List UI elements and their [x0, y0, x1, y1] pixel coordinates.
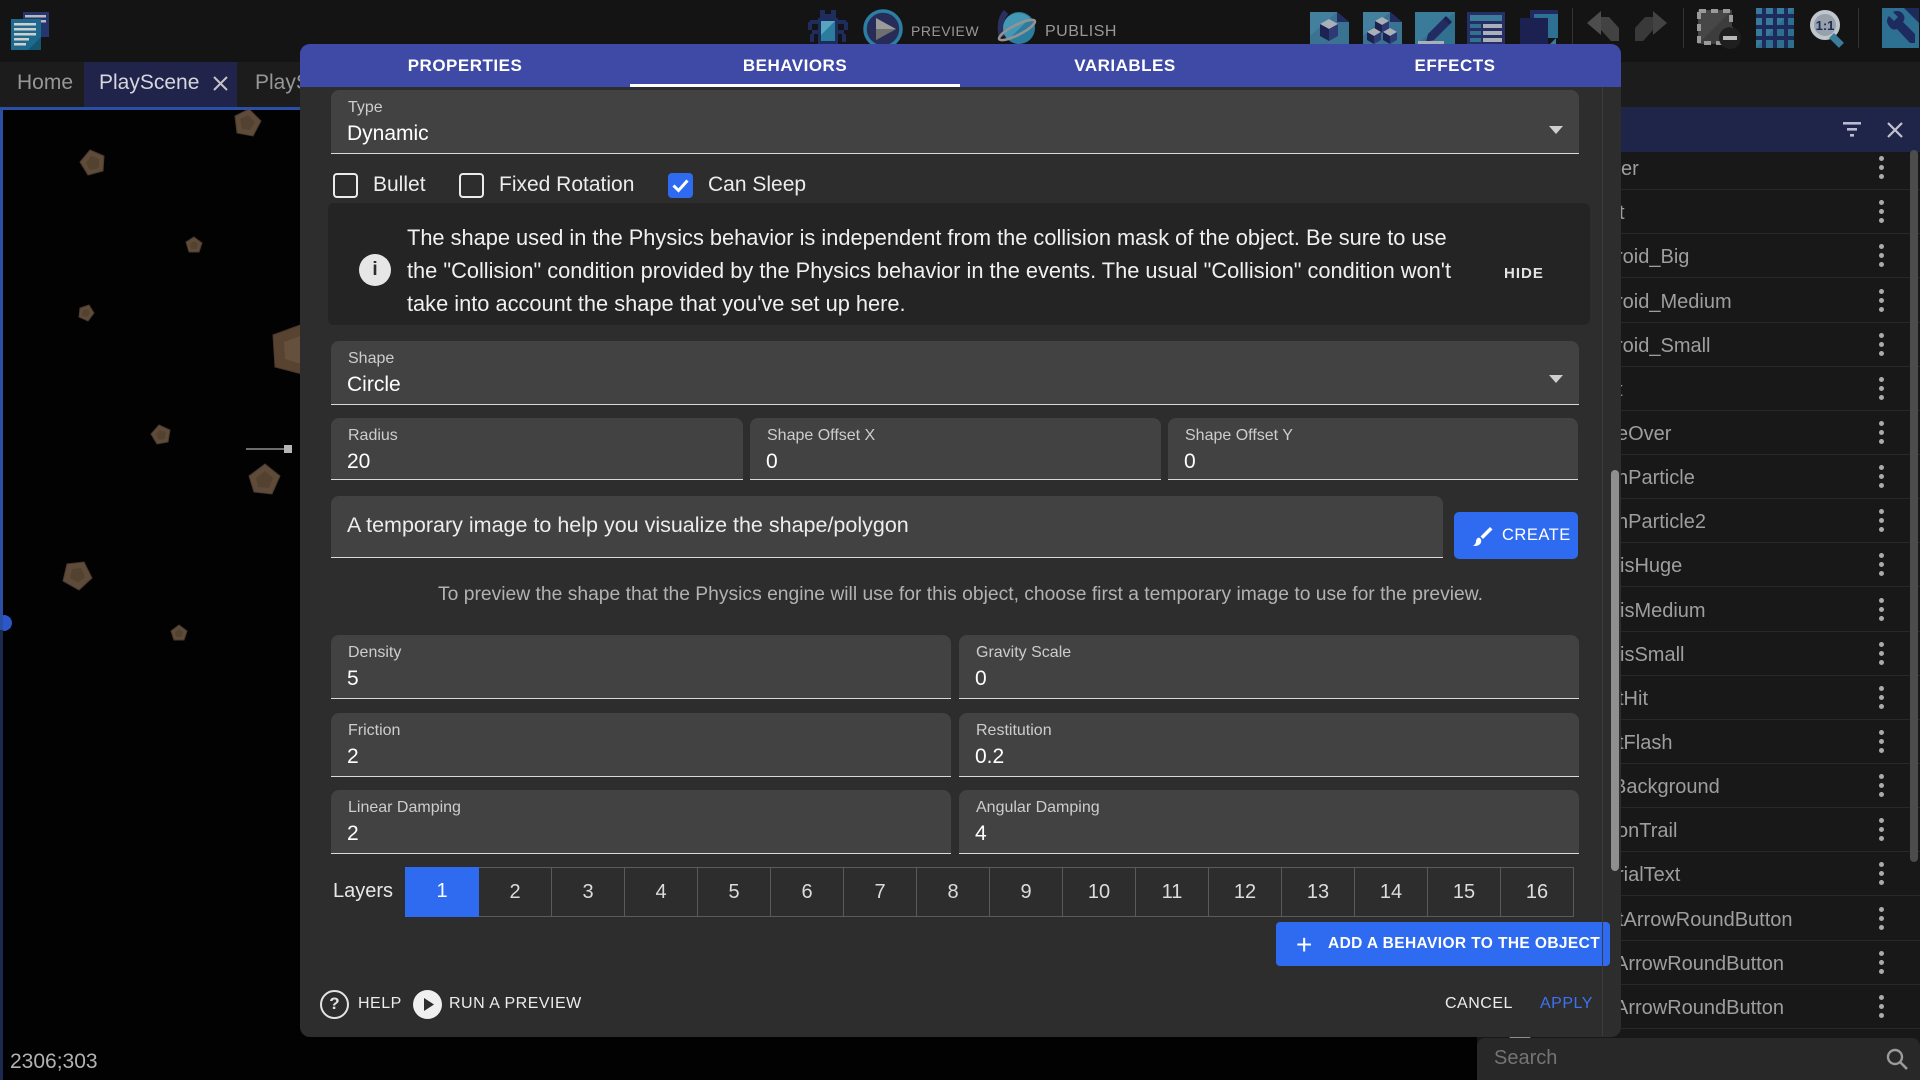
svg-text:1:1: 1:1	[1816, 18, 1835, 33]
